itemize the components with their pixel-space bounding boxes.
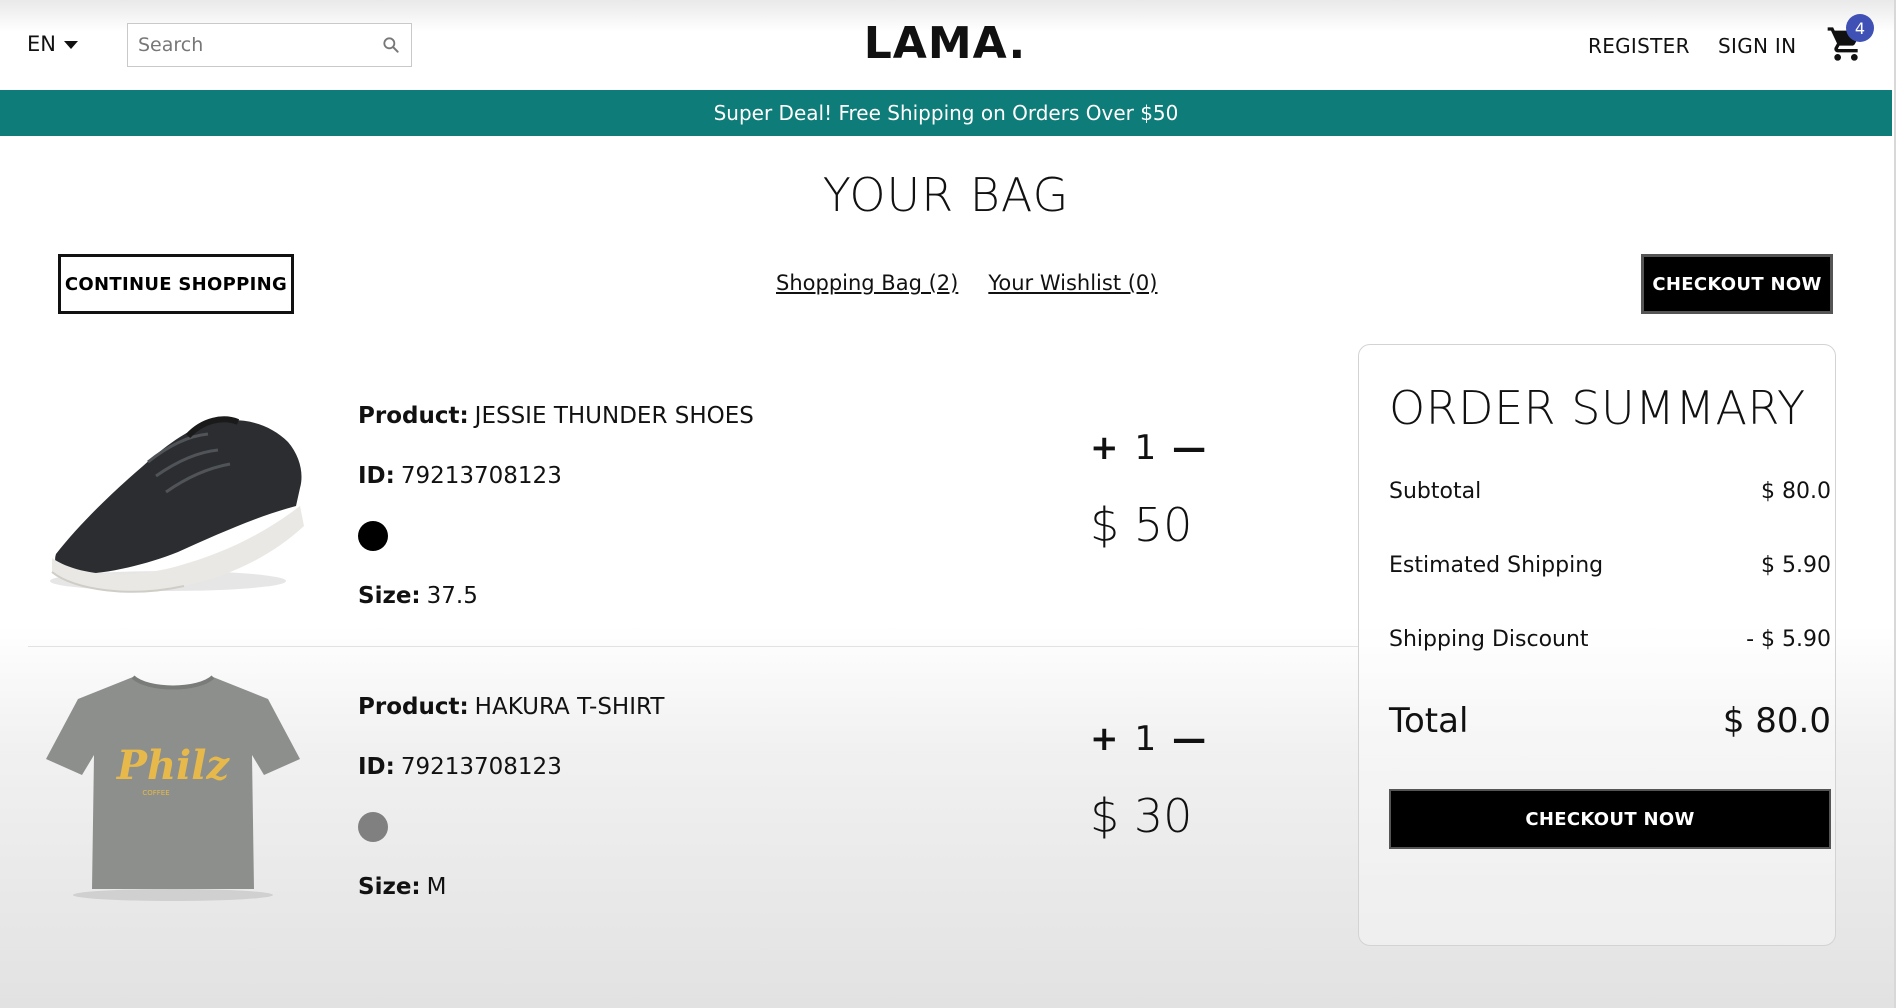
language-selector[interactable]: EN (27, 32, 78, 56)
discount-row: Shipping Discount - $ 5.90 (1389, 627, 1831, 652)
checkout-now-top-button[interactable]: CHECKOUT NOW (1641, 254, 1833, 314)
announcement-bar: Super Deal! Free Shipping on Orders Over… (0, 90, 1892, 136)
size-label: Size: (358, 583, 421, 609)
bag-links: Shopping Bag (2) Your Wishlist (0) (776, 271, 1158, 295)
product-details: Product: JESSIE THUNDER SHOES ID: 79213708… (358, 386, 754, 626)
page-title: YOUR BAG (822, 168, 1070, 222)
subtotal-label: Subtotal (1389, 479, 1482, 504)
product-size: M (426, 874, 447, 900)
subtotal-row: Subtotal $ 80.0 (1389, 479, 1831, 504)
discount-value: - $ 5.90 (1746, 627, 1831, 652)
quantity-value: 1 (1134, 428, 1157, 468)
product-price: $ 50 (1090, 498, 1193, 552)
tshirt-image: Philz COFFEE (38, 667, 308, 901)
sneaker-image (38, 376, 308, 606)
shipping-label: Estimated Shipping (1389, 553, 1604, 578)
total-row: Total $ 80.0 (1389, 701, 1831, 741)
plus-icon[interactable]: + (1090, 719, 1119, 759)
product-name: HAKURA T-SHIRT (474, 694, 665, 720)
product-label: Product: (358, 403, 469, 429)
page: EN LAMA. REGISTER SIGN IN 4 Super Deal! … (0, 0, 1896, 1008)
product-size: 37.5 (426, 583, 478, 609)
discount-label: Shipping Discount (1389, 627, 1589, 652)
cart-count-badge: 4 (1846, 14, 1874, 42)
total-label: Total (1389, 701, 1469, 741)
order-summary-panel: ORDER SUMMARY Subtotal $ 80.0 Estimated … (1358, 344, 1836, 946)
product-price: $ 30 (1090, 789, 1193, 843)
product-name: JESSIE THUNDER SHOES (474, 403, 754, 429)
cart-item: Product: JESSIE THUNDER SHOES ID: 79213708… (28, 356, 1358, 646)
minus-icon[interactable]: — (1172, 719, 1206, 759)
search-box (127, 23, 412, 67)
color-swatch[interactable] (358, 521, 388, 551)
checkout-now-summary-button[interactable]: CHECKOUT NOW (1389, 789, 1831, 849)
product-id: 79213708123 (400, 754, 562, 780)
order-summary-title: ORDER SUMMARY (1389, 381, 1806, 435)
register-link[interactable]: REGISTER (1588, 34, 1690, 58)
site-logo[interactable]: LAMA. (850, 18, 1040, 69)
subtotal-value: $ 80.0 (1761, 479, 1831, 504)
product-id: 79213708123 (400, 463, 562, 489)
wishlist-link[interactable]: Your Wishlist (0) (988, 271, 1157, 295)
quantity-value: 1 (1134, 719, 1157, 759)
caret-down-icon (63, 41, 78, 49)
plus-icon[interactable]: + (1090, 428, 1119, 468)
color-swatch[interactable] (358, 812, 388, 842)
language-label: EN (27, 32, 56, 56)
size-label: Size: (358, 874, 421, 900)
sign-in-link[interactable]: SIGN IN (1718, 34, 1796, 58)
tshirt-print-text: Philz (116, 742, 231, 789)
cart-item: Philz COFFEE Product: HAKURA T-SHIRT ID: 7… (28, 646, 1358, 936)
quantity-stepper: + 1 — (1090, 428, 1206, 468)
navbar: EN LAMA. REGISTER SIGN IN 4 (0, 0, 1894, 90)
shopping-bag-link[interactable]: Shopping Bag (2) (776, 271, 958, 295)
shipping-value: $ 5.90 (1761, 553, 1831, 578)
quantity-stepper: + 1 — (1090, 719, 1206, 759)
id-label: ID: (358, 754, 395, 780)
minus-icon[interactable]: — (1172, 428, 1206, 468)
continue-shopping-button[interactable]: CONTINUE SHOPPING (58, 254, 294, 314)
product-details: Product: HAKURA T-SHIRT ID: 79213708123 Si… (358, 677, 664, 917)
search-icon[interactable] (381, 35, 401, 55)
total-value: $ 80.0 (1722, 701, 1831, 741)
svg-text:COFFEE: COFFEE (142, 789, 169, 797)
shipping-row: Estimated Shipping $ 5.90 (1389, 553, 1831, 578)
id-label: ID: (358, 463, 395, 489)
product-label: Product: (358, 694, 469, 720)
search-input[interactable] (138, 34, 381, 56)
